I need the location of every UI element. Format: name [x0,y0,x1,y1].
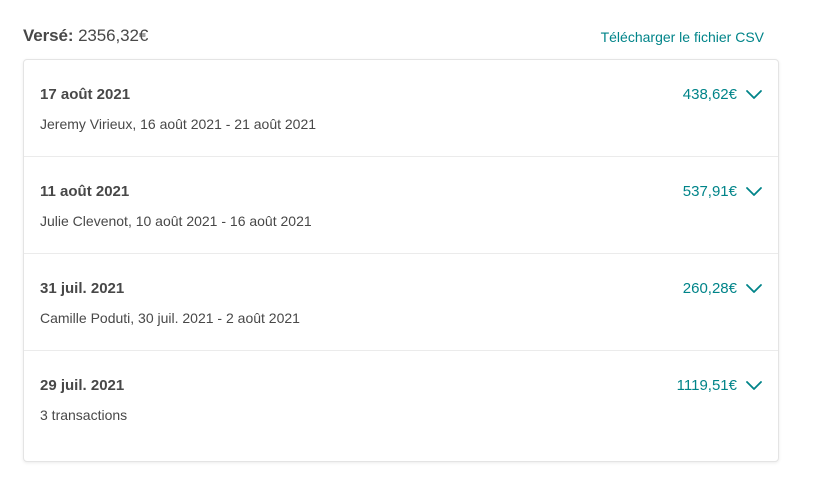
payout-amount: 438,62€ [682,86,737,103]
download-csv-link[interactable]: Télécharger le fichier CSV [601,29,764,45]
chevron-down-icon[interactable] [745,87,763,101]
payout-amount: 1119,51€ [676,377,737,394]
payout-list: 17 août 2021 Jeremy Virieux, 16 août 202… [23,59,779,462]
payout-amount: 537,91€ [682,183,737,200]
payout-description: 3 transactions [40,407,128,423]
payout-row[interactable]: 31 juil. 2021 Camille Poduti, 30 juil. 2… [24,254,778,351]
payout-description: Jeremy Virieux, 16 août 2021 - 21 août 2… [40,116,317,132]
payout-row[interactable]: 17 août 2021 Jeremy Virieux, 16 août 202… [24,60,778,157]
chevron-down-icon[interactable] [745,281,763,295]
total-paid-value: 2356,32€ [73,26,149,45]
payout-row[interactable]: 11 août 2021 Julie Clevenot, 10 août 202… [24,157,778,254]
payout-description: Julie Clevenot, 10 août 2021 - 16 août 2… [40,213,312,229]
chevron-down-icon[interactable] [745,378,763,392]
total-paid-label: Versé: [23,26,74,45]
payout-date: 31 juil. 2021 [40,280,125,297]
payout-date: 17 août 2021 [40,86,131,103]
payout-date: 29 juil. 2021 [40,377,125,394]
chevron-down-icon[interactable] [745,184,763,198]
payout-description: Camille Poduti, 30 juil. 2021 - 2 août 2… [40,310,300,326]
total-paid: Versé: 2356,32€ [23,26,148,46]
payout-row[interactable]: 29 juil. 2021 3 transactions 1119,51€ [24,351,778,448]
payout-header: Versé: 2356,32€ Télécharger le fichier C… [23,24,780,50]
payout-date: 11 août 2021 [40,183,130,200]
payout-amount: 260,28€ [682,280,737,297]
